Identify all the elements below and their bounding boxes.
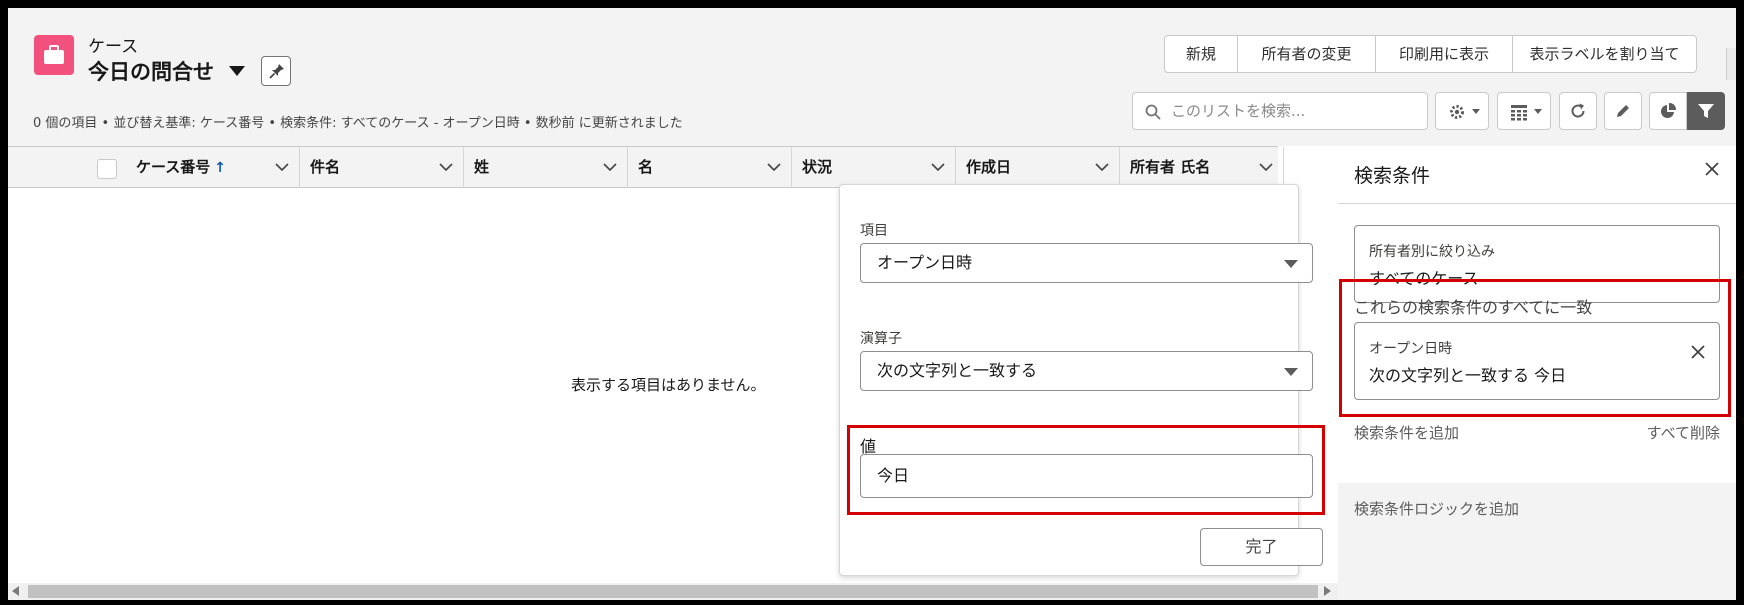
change-owner-button[interactable]: 所有者の変更 [1238, 36, 1376, 72]
operator-label: 演算子 [860, 331, 902, 347]
empty-list-message: 表示する項目はありません。 [571, 376, 766, 394]
pin-icon [269, 64, 284, 79]
table-icon [1511, 105, 1527, 121]
add-filter-logic-link[interactable]: 検索条件ロジックを追加 [1354, 498, 1519, 519]
show-charts-button[interactable] [1649, 92, 1687, 130]
filter-condition-card[interactable]: オープン日時 次の文字列と一致する 今日 [1354, 322, 1720, 400]
list-view-header: ケース 今日の問合せ 0 個の項目 • 並び替え基準: ケース番号 • 検索条件… [8, 8, 1736, 146]
filter-panel: 検索条件 所有者別に絞り込み すべてのケース これらの検索条件のすべてに一致 オ… [1338, 146, 1736, 600]
operator-select[interactable]: 次の文字列と一致する [860, 351, 1313, 391]
chevron-down-icon[interactable] [767, 162, 781, 172]
assign-label-button[interactable]: 表示ラベルを割り当て [1513, 36, 1696, 72]
filter-panel-body: 所有者別に絞り込み すべてのケース これらの検索条件のすべてに一致 オープン日時… [1338, 204, 1736, 483]
remove-condition-icon[interactable] [1691, 345, 1705, 359]
utility-edge [1726, 48, 1736, 80]
list-settings-button[interactable] [1435, 92, 1489, 130]
close-icon[interactable] [1704, 161, 1720, 177]
inline-edit-button[interactable] [1604, 92, 1642, 130]
chevron-down-icon [1472, 109, 1480, 114]
chevron-down-icon[interactable] [931, 162, 945, 172]
field-label: 項目 [860, 223, 888, 239]
dropdown-arrow-icon [1284, 260, 1298, 268]
gear-icon [1450, 105, 1464, 119]
pie-chart-icon [1661, 102, 1677, 118]
search-input[interactable] [1171, 99, 1421, 123]
list-view-switcher-caret-icon[interactable] [229, 66, 245, 76]
chevron-down-icon[interactable] [1095, 162, 1109, 172]
field-select-value: オープン日時 [877, 253, 973, 272]
condition-value: 次の文字列と一致する 今日 [1369, 366, 1567, 385]
display-as-button[interactable] [1497, 92, 1551, 130]
app-frame: ケース 今日の問合せ 0 個の項目 • 並び替え基準: ケース番号 • 検索条件… [8, 8, 1736, 600]
refresh-button[interactable] [1559, 92, 1597, 130]
new-button[interactable]: 新規 [1165, 36, 1238, 72]
filter-panel-header: 検索条件 [1338, 146, 1736, 204]
chevron-down-icon[interactable] [603, 162, 617, 172]
table-header: ケース番号 ↑ 件名 姓 名 状況 作成日 所有者 氏名 [8, 146, 1284, 188]
scroll-right-arrow-icon[interactable] [1324, 586, 1331, 596]
column-last-name[interactable]: 姓 [464, 147, 628, 188]
list-status-line: 0 個の項目 • 並び替え基準: ケース番号 • 検索条件: すべてのケース -… [33, 116, 683, 131]
list-search-box[interactable] [1132, 92, 1428, 130]
column-label: 件名 [310, 158, 341, 176]
column-case-number[interactable]: ケース番号 ↑ [126, 147, 300, 188]
column-status[interactable]: 状況 [792, 147, 956, 188]
scroll-left-arrow-icon[interactable] [12, 586, 19, 596]
filter-edit-popover: 項目 オープン日時 演算子 次の文字列と一致する 値 今日 完了 [839, 184, 1325, 576]
column-created-date[interactable]: 作成日 [956, 147, 1120, 188]
owner-filter-label: 所有者別に絞り込み [1369, 244, 1495, 260]
column-label: 作成日 [966, 158, 1012, 176]
chevron-down-icon[interactable] [275, 162, 289, 172]
pin-list-button[interactable] [261, 56, 291, 86]
column-owner-name[interactable]: 所有者 氏名 [1120, 147, 1284, 188]
briefcase-icon [34, 35, 74, 75]
dropdown-arrow-icon [1284, 368, 1298, 376]
remove-all-link[interactable]: すべて削除 [1647, 422, 1720, 443]
select-all-checkbox[interactable] [97, 159, 117, 179]
column-label: 所有者 氏名 [1130, 158, 1211, 176]
value-input[interactable]: 今日 [860, 454, 1313, 498]
done-button[interactable]: 完了 [1200, 528, 1323, 566]
filter-button[interactable] [1687, 92, 1725, 130]
scrollbar-thumb[interactable] [28, 585, 1318, 598]
chevron-down-icon[interactable] [1259, 162, 1273, 172]
operator-select-value: 次の文字列と一致する [877, 361, 1038, 380]
column-label: ケース番号 [136, 158, 211, 176]
column-label: 名 [638, 158, 654, 176]
filter-icon [1698, 104, 1714, 118]
column-label: 姓 [474, 158, 490, 176]
horizontal-scrollbar[interactable] [8, 583, 1338, 600]
add-filter-link[interactable]: 検索条件を追加 [1354, 422, 1459, 443]
search-icon [1145, 104, 1161, 120]
chevron-down-icon[interactable] [439, 162, 453, 172]
object-label: ケース [88, 37, 139, 57]
refresh-icon [1571, 103, 1585, 118]
column-subject[interactable]: 件名 [300, 147, 464, 188]
filter-panel-title: 検索条件 [1354, 165, 1431, 187]
list-actions-button-group: 新規 所有者の変更 印刷用に表示 表示ラベルを割り当て [1164, 35, 1697, 73]
column-label: 状況 [802, 158, 833, 176]
condition-field: オープン日時 [1369, 341, 1453, 357]
field-select[interactable]: オープン日時 [860, 243, 1313, 283]
sort-ascending-icon: ↑ [214, 160, 226, 176]
column-first-name[interactable]: 名 [628, 147, 792, 188]
pencil-icon [1617, 105, 1629, 117]
printable-view-button[interactable]: 印刷用に表示 [1376, 36, 1513, 72]
list-view-title[interactable]: 今日の問合せ [88, 56, 214, 86]
chevron-down-icon [1534, 109, 1542, 114]
